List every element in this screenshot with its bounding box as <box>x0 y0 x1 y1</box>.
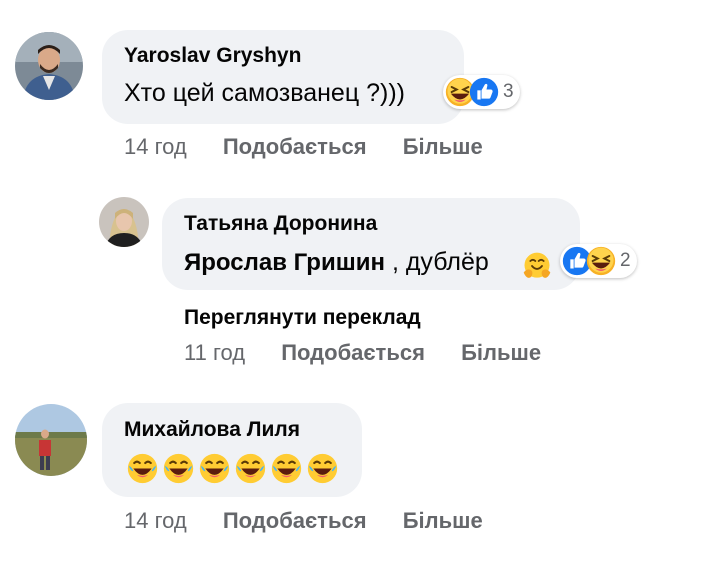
comment-author[interactable]: Михайлова Лиля <box>124 418 300 442</box>
avatar-liliya[interactable] <box>15 404 87 476</box>
reaction-summary[interactable]: 2 <box>560 244 637 278</box>
reply-timestamp[interactable]: 11 год <box>184 340 245 365</box>
comment-actions: 14 год Подобається Більше <box>124 508 483 534</box>
laughing-emoji-icon <box>586 246 616 276</box>
tears-of-joy-icon <box>198 452 231 485</box>
reply-text-body: , дублёр <box>391 248 489 276</box>
comment-author[interactable]: Yaroslav Gryshyn <box>124 44 301 68</box>
reply-text: Ярослав Гришин , дублёр <box>184 248 489 277</box>
reaction-count: 2 <box>620 250 631 271</box>
like-icon <box>469 77 499 107</box>
reaction-count: 3 <box>503 81 514 102</box>
reply-actions: 11 год Подобається Більше <box>184 340 541 366</box>
like-button[interactable]: Подобається <box>223 508 367 533</box>
tears-of-joy-icon <box>234 452 267 485</box>
more-button[interactable]: Більше <box>403 134 483 159</box>
tears-of-joy-icon <box>162 452 195 485</box>
see-translation-link[interactable]: Переглянути переклад <box>184 306 421 330</box>
tears-of-joy-icon <box>126 452 159 485</box>
avatar-yaroslav[interactable] <box>15 32 83 100</box>
like-button[interactable]: Подобається <box>223 134 367 159</box>
comment-text: Хто цей самозванец ?))) <box>124 79 405 107</box>
more-button[interactable]: Більше <box>403 508 483 533</box>
mention-link[interactable]: Ярослав Гришин <box>184 249 385 276</box>
hugging-emoji-icon <box>522 251 552 281</box>
tears-of-joy-icon <box>306 452 339 485</box>
tears-of-joy-icon <box>270 452 303 485</box>
emoji-row <box>126 452 339 485</box>
comment-timestamp[interactable]: 14 год <box>124 508 187 533</box>
avatar-tatyana[interactable] <box>99 197 149 247</box>
like-button[interactable]: Подобається <box>281 340 425 365</box>
reaction-summary[interactable]: 3 <box>443 75 520 109</box>
reply-author[interactable]: Татьяна Доронина <box>184 212 377 236</box>
more-button[interactable]: Більше <box>461 340 541 365</box>
comment-timestamp[interactable]: 14 год <box>124 134 187 159</box>
comment-actions: 14 год Подобається Більше <box>124 134 483 160</box>
